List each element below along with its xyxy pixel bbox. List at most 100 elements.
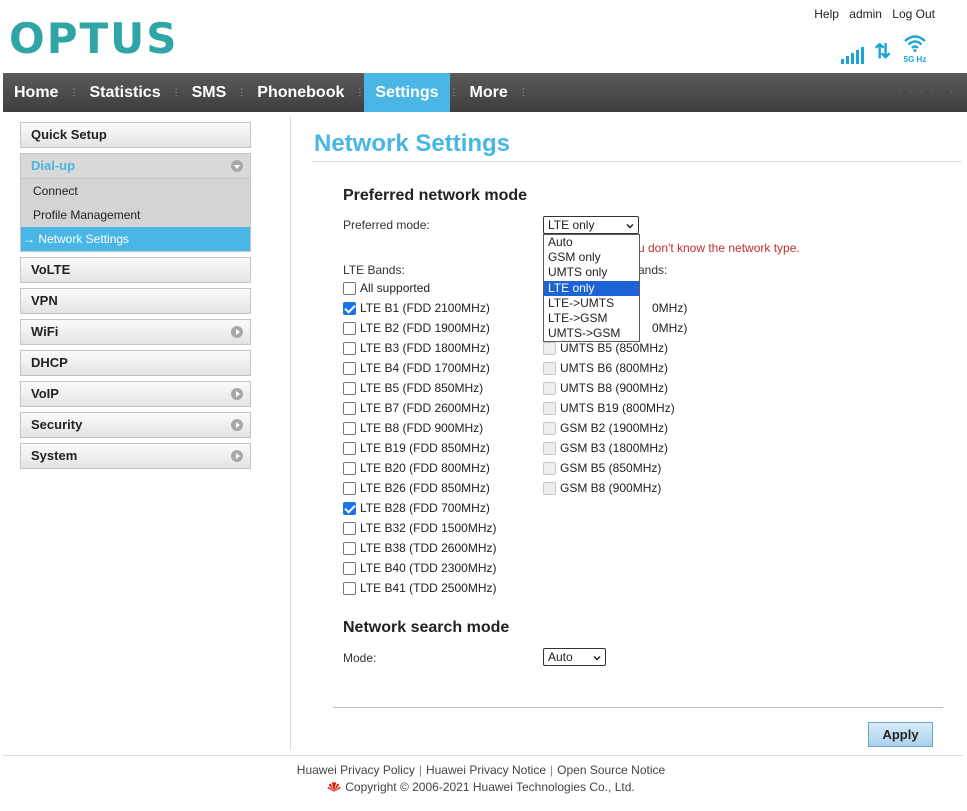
preferred-mode-option[interactable]: UMTS->GSM (544, 326, 639, 341)
apply-button[interactable]: Apply (868, 722, 933, 747)
lte-band-option[interactable]: LTE B2 (FDD 1900MHz) (343, 318, 490, 338)
user-link[interactable]: admin (849, 7, 882, 21)
lte-band-checkbox[interactable] (343, 401, 356, 415)
lte-band-checkbox[interactable] (343, 301, 356, 315)
lte-band-checkbox[interactable] (343, 421, 356, 435)
lte-band-label: LTE B3 (FDD 1800MHz) (360, 341, 490, 355)
nav-more[interactable]: More (459, 73, 519, 112)
lte-band-checkbox[interactable] (343, 541, 356, 555)
other-band-label: GSM B2 (1900MHz) (560, 421, 669, 435)
lte-band-checkbox[interactable] (343, 521, 356, 535)
preferred-mode-option[interactable]: LTE->GSM (544, 311, 639, 326)
lte-band-checkbox[interactable] (343, 321, 356, 335)
main-nav: Home ⋮ Statistics ⋮ SMS ⋮ Phonebook ⋮ Se… (3, 73, 967, 112)
header: OPTUS Help admin Log Out ⇅ 5G Hz (0, 0, 967, 73)
lte-band-label: LTE B8 (FDD 900MHz) (360, 421, 484, 435)
sidebar-item-voip[interactable]: VoIP (20, 381, 251, 407)
lte-band-checkbox[interactable] (343, 461, 356, 475)
lte-band-option[interactable]: LTE B38 (TDD 2600MHz) (343, 538, 496, 558)
preferred-mode-option[interactable]: LTE->UMTS (544, 296, 639, 311)
search-mode-select[interactable]: Auto (543, 648, 606, 666)
other-band-option: GSM B5 (850MHz) (543, 458, 661, 478)
nav-separator: ⋮ (171, 87, 181, 97)
lte-band-option[interactable]: LTE B20 (FDD 800MHz) (343, 458, 490, 478)
lte-band-label: LTE B2 (FDD 1900MHz) (360, 321, 490, 335)
lte-band-option[interactable]: LTE B5 (FDD 850MHz) (343, 378, 483, 398)
lte-band-option[interactable]: LTE B7 (FDD 2600MHz) (343, 398, 490, 418)
sidebar-item-dialup[interactable]: Dial-up (20, 153, 251, 179)
huawei-logo-icon (327, 782, 341, 792)
lte-band-label: LTE B38 (TDD 2600MHz) (360, 541, 497, 555)
sidebar-item-quick-setup[interactable]: Quick Setup (20, 122, 251, 148)
copyright: Copyright © 2006-2021 Huawei Technologie… (0, 780, 962, 794)
lte-band-checkbox[interactable] (343, 341, 356, 355)
nav-separator: ⋮ (518, 87, 528, 97)
sidebar-item-wifi[interactable]: WiFi (20, 319, 251, 345)
sidebar-subitem-connect[interactable]: Connect (21, 179, 250, 203)
page-title: Network Settings (314, 130, 511, 157)
chevron-right-icon (231, 388, 243, 400)
preferred-mode-option[interactable]: UMTS only (544, 265, 639, 280)
sidebar-item-security[interactable]: Security (20, 412, 251, 438)
other-band-label: GSM B8 (900MHz) (560, 481, 662, 495)
lte-band-label: LTE B7 (FDD 2600MHz) (360, 401, 490, 415)
lte-band-checkbox[interactable] (343, 441, 356, 455)
search-section-title: Network search mode (343, 619, 510, 636)
other-band-option: UMTS B8 (900MHz) (543, 378, 668, 398)
footer-divider (3, 755, 963, 756)
lte-band-option[interactable]: LTE B41 (TDD 2500MHz) (343, 578, 496, 598)
open-source-link[interactable]: Open Source Notice (557, 763, 665, 777)
lte-band-checkbox[interactable] (343, 361, 356, 375)
sidebar-subitem-profile-management[interactable]: Profile Management (21, 203, 250, 227)
lte-band-checkbox[interactable] (343, 561, 356, 575)
help-link[interactable]: Help (814, 7, 839, 21)
preferred-mode-select[interactable]: LTE only (543, 216, 639, 234)
lte-band-label: LTE B19 (FDD 850MHz) (360, 441, 490, 455)
sidebar-subitem-network-settings[interactable]: → Network Settings (21, 227, 250, 251)
preferred-mode-option[interactable]: GSM only (544, 250, 639, 265)
lte-band-option[interactable]: LTE B32 (FDD 1500MHz) (343, 518, 496, 538)
sidebar-item-system[interactable]: System (20, 443, 251, 469)
lte-band-checkbox[interactable] (343, 281, 356, 295)
nav-phonebook[interactable]: Phonebook (246, 73, 355, 112)
lte-band-option[interactable]: LTE B19 (FDD 850MHz) (343, 438, 490, 458)
nav-home[interactable]: Home (3, 73, 69, 112)
lte-band-option[interactable]: LTE B8 (FDD 900MHz) (343, 418, 483, 438)
lte-band-option[interactable]: LTE B1 (FDD 2100MHz) (343, 298, 490, 318)
preferred-mode-options: Auto GSM only UMTS only LTE only LTE->UMTS LT… (543, 234, 640, 343)
other-band-checkbox (543, 421, 556, 435)
nav-sms[interactable]: SMS (181, 73, 238, 112)
sidebar-item-vpn[interactable]: VPN (20, 288, 251, 314)
footer-links: Huawei Privacy Policy | Huawei Privacy Not… (296, 763, 666, 777)
preferred-mode-option[interactable]: LTE only (544, 280, 639, 296)
privacy-policy-link[interactable]: Huawei Privacy Policy (297, 763, 415, 777)
privacy-notice-link[interactable]: Huawei Privacy Notice (426, 763, 546, 777)
other-band-checkbox (543, 361, 556, 375)
sidebar-item-label: WiFi (31, 324, 59, 339)
optus-logo: OPTUS (9, 14, 179, 63)
lte-band-checkbox[interactable] (343, 481, 356, 495)
sidebar-item-volte[interactable]: VoLTE (20, 257, 251, 283)
lte-band-option[interactable]: LTE B3 (FDD 1800MHz) (343, 338, 490, 358)
other-band-partial: 0MHz) (652, 301, 688, 315)
lte-band-checkbox[interactable] (343, 501, 356, 515)
lte-band-option[interactable]: LTE B28 (FDD 700MHz) (343, 498, 490, 518)
other-band-checkbox (543, 441, 556, 455)
lte-band-option[interactable]: LTE B40 (TDD 2300MHz) (343, 558, 496, 578)
lte-band-label: All supported (360, 281, 431, 295)
lte-band-option[interactable]: LTE B26 (FDD 850MHz) (343, 478, 490, 498)
sidebar-item-dhcp[interactable]: DHCP (20, 350, 251, 376)
nav-statistics[interactable]: Statistics (78, 73, 171, 112)
lte-band-label: LTE B41 (TDD 2500MHz) (360, 581, 497, 595)
preferred-mode-option[interactable]: Auto (544, 235, 639, 250)
logout-link[interactable]: Log Out (892, 7, 935, 21)
dialup-submenu: Connect Profile Management → Network Set… (20, 179, 251, 252)
lte-band-checkbox[interactable] (343, 581, 356, 595)
chevron-down-icon (626, 223, 634, 229)
lte-band-option[interactable]: LTE B4 (FDD 1700MHz) (343, 358, 490, 378)
nav-separator: ⋮ (449, 87, 459, 97)
lte-band-label: LTE B20 (FDD 800MHz) (360, 461, 490, 475)
nav-settings[interactable]: Settings (364, 73, 450, 112)
lte-band-option[interactable]: All supported (343, 278, 430, 298)
lte-band-checkbox[interactable] (343, 381, 356, 395)
